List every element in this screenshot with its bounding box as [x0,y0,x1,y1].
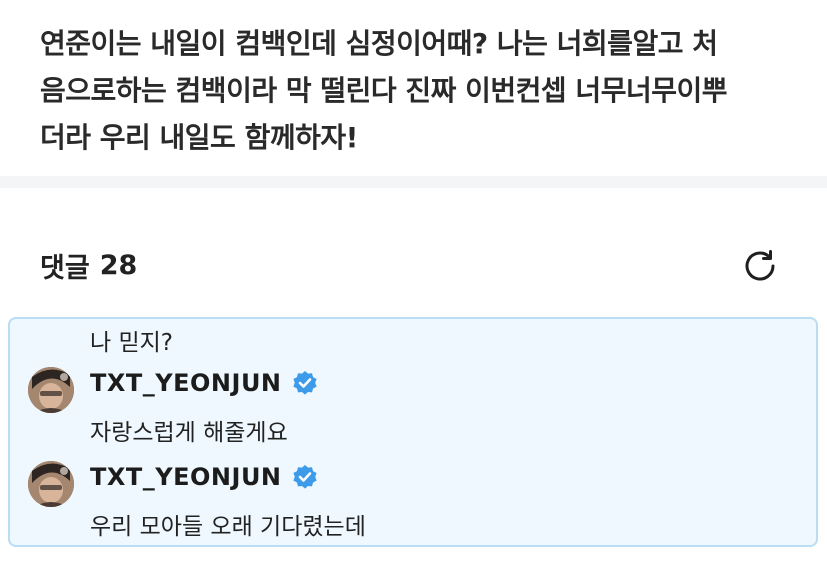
highlighted-comment-thread: 나 믿지? TXT_YEONJUN 자랑스럽게 해줄게요 TXT_YEONJUN… [8,317,818,547]
comments-header: 댓글 28 [40,246,137,285]
section-divider [0,176,827,188]
comment-text: 우리 모아들 오래 기다렸는데 [90,514,366,540]
verified-badge-icon [292,371,317,395]
author-name[interactable]: TXT_YEONJUN [90,463,282,491]
avatar-photo-icon [28,367,74,413]
author-name[interactable]: TXT_YEONJUN [90,369,282,397]
comment-text: 자랑스럽게 해줄게요 [90,420,288,446]
avatar[interactable] [28,367,74,413]
avatar[interactable] [28,461,74,507]
avatar-photo-icon [28,461,74,507]
verified-badge-icon [292,465,317,489]
author-row: TXT_YEONJUN [90,461,318,493]
comments-count: 28 [99,250,138,281]
refresh-button[interactable] [738,244,782,288]
post-body: 연준이는 내일이 컴백인데 심정이어때? 나는 너희를알고 처 음으로하는 컴백… [40,27,728,154]
comments-label: 댓글 [40,253,90,284]
author-row: TXT_YEONJUN [90,367,318,399]
truncated-comment-text: 나 믿지? [90,330,173,356]
refresh-icon [745,250,775,281]
